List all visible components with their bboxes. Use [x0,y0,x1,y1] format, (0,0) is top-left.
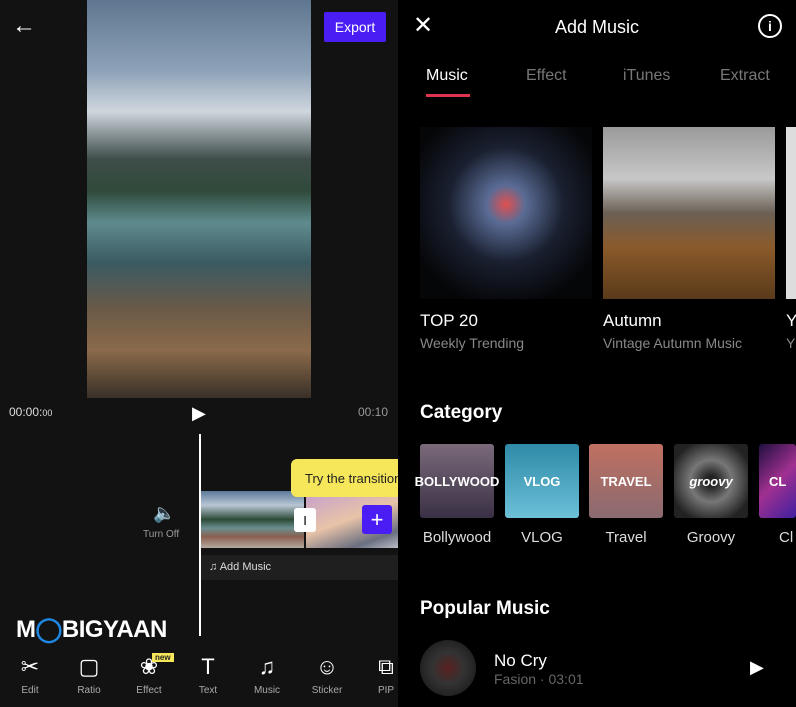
featured-subtitle: Vintage Autumn Music [603,335,743,351]
tool-label: Effect [136,685,162,696]
scissors-icon: ✂ [20,654,40,679]
track-artist: Fasion [494,671,537,687]
text-icon: T [201,654,215,679]
add-music-panel: ✕ Add Music i Music Effect iTunes Extrac… [398,0,796,707]
track-duration: 03:01 [548,671,584,687]
video-preview[interactable] [87,0,311,398]
featured-card-partial[interactable] [786,127,796,299]
category-label: Groovy [686,529,736,546]
transition-tooltip: Try the transition [291,459,398,497]
featured-title: Y [786,311,796,330]
featured-card-top20[interactable] [420,127,592,299]
featured-title: Autumn [603,311,662,330]
track-meta: Fasion · 03:01 [494,671,584,687]
playhead[interactable] [199,434,201,636]
tool-sticker[interactable]: ☺ Sticker [302,652,352,696]
category-label: Cl [779,529,794,546]
add-clip-button[interactable]: + [362,505,392,534]
track-title[interactable]: No Cry [494,651,547,671]
add-music-track[interactable]: ♫ Add Music [201,555,398,580]
category-label: VLOG [521,529,563,546]
category-heading: Category [420,402,503,423]
music-note-icon: ♫ [209,561,218,573]
featured-subtitle: Y [786,335,796,351]
popular-heading: Popular Music [420,598,550,619]
featured-card-autumn[interactable] [603,127,775,299]
total-time: 00:10 [358,405,389,419]
sticker-icon: ☺ [315,654,339,679]
category-vlog[interactable]: VLOG [505,444,579,518]
tab-extract[interactable]: Extract [720,67,770,85]
category-label: Bollywood [422,529,492,546]
featured-subtitle: Weekly Trending [420,335,525,351]
category-bollywood[interactable]: BOLLYWOOD [415,444,499,518]
tool-label: Edit [21,685,39,696]
transition-button[interactable]: I [294,508,316,532]
back-arrow-icon[interactable]: ← [12,12,36,40]
tool-effect[interactable]: ❀ new Effect [124,652,174,696]
turn-off-label[interactable]: Turn Off [143,529,179,540]
ratio-icon: ▢ [78,654,100,679]
page-title: Add Music [554,17,640,37]
category-groovy[interactable]: groovy [674,444,748,518]
tool-label: Music [253,685,281,696]
play-icon[interactable]: ▶ [192,403,206,424]
tool-label: Sticker [311,685,343,696]
category-partial[interactable]: CL [759,444,796,518]
tool-label: Ratio [77,685,101,696]
tool-label: Text [198,685,218,696]
category-travel[interactable]: TRAVEL [589,444,663,518]
export-button[interactable]: Export [324,12,386,42]
category-label: Travel [605,529,647,546]
tab-effect[interactable]: Effect [526,67,567,85]
video-editor-panel: ← Export 00:00:00 ▶ 00:10 🔈 Turn Off Try… [0,0,398,707]
tool-music[interactable]: ♫ Music [242,652,292,696]
current-time-main: 00:00 [9,405,40,419]
tab-music[interactable]: Music [426,67,468,85]
featured-title: TOP 20 [420,311,478,330]
watermark-logo: M◯BIGYAAN [16,616,167,643]
add-music-label: Add Music [219,561,272,573]
tool-edit[interactable]: ✂ Edit [5,652,55,696]
music-icon: ♫ [258,654,276,679]
current-time-frames: 00 [42,408,53,418]
current-time: 00:00:00 [9,405,53,419]
new-badge: new [152,653,174,662]
tab-itunes[interactable]: iTunes [623,67,670,85]
tool-ratio[interactable]: ▢ Ratio [64,652,114,696]
track-artwork[interactable] [420,640,476,696]
speaker-icon[interactable]: 🔈 [153,503,175,524]
timeline-clip-1[interactable] [201,491,304,548]
info-icon[interactable]: i [758,14,782,38]
play-track-icon[interactable]: ▶ [750,657,764,678]
active-tab-indicator [426,94,470,97]
tool-text[interactable]: T Text [183,652,233,696]
